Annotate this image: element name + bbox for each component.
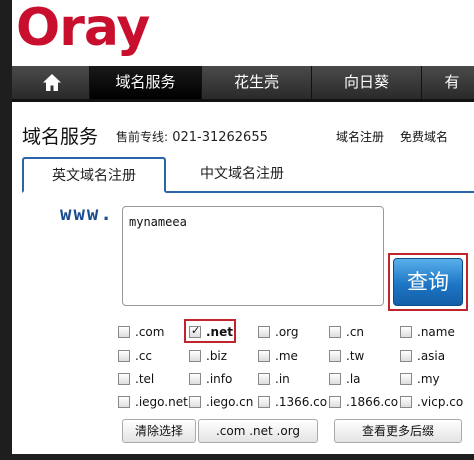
ext-cn[interactable]: .cn xyxy=(329,323,364,341)
ext-tw[interactable]: .tw xyxy=(329,347,364,365)
checkbox[interactable] xyxy=(400,396,412,408)
checkbox-checked[interactable] xyxy=(189,324,201,338)
checkbox[interactable] xyxy=(189,373,201,385)
ext-label: .in xyxy=(275,372,290,386)
ext-me[interactable]: .me xyxy=(258,347,298,365)
checkbox[interactable] xyxy=(258,373,270,385)
ext-label: .cn xyxy=(346,325,365,339)
sales-hotline: 售前专线: 021-31262655 xyxy=(116,128,268,145)
hotline-number: 021-31262655 xyxy=(172,130,268,145)
nav-item-sunflower[interactable]: 向日葵 xyxy=(312,66,422,99)
checkbox[interactable] xyxy=(258,326,270,338)
checkbox[interactable] xyxy=(118,326,130,338)
checkbox[interactable] xyxy=(189,396,201,408)
checkbox[interactable] xyxy=(329,326,341,338)
main-nav: 域名服务 花生壳 向日葵 有 xyxy=(12,66,474,102)
ext-label: .iego.net xyxy=(135,395,188,409)
checkbox[interactable] xyxy=(329,350,341,362)
hotline-label: 售前专线: xyxy=(116,130,169,144)
ext-my[interactable]: .my xyxy=(400,370,440,388)
ext-label: .me xyxy=(275,349,298,363)
clear-selection-button[interactable]: 清除选择 xyxy=(122,419,196,443)
ext-cc[interactable]: .cc xyxy=(118,347,152,365)
page-title: 域名服务 xyxy=(22,126,99,148)
link-domain-registration[interactable]: 域名注册 xyxy=(336,128,384,145)
ext-label: .org xyxy=(275,325,299,339)
ext-label: .my xyxy=(417,372,440,386)
ext-label: .tw xyxy=(346,349,365,363)
ext-label: .iego.cn xyxy=(206,395,254,409)
nav-item-domain-service[interactable]: 域名服务 xyxy=(90,66,202,99)
checkbox[interactable] xyxy=(118,373,130,385)
ext-1866-co[interactable]: .1866.co xyxy=(329,393,398,411)
ext-1366-co[interactable]: .1366.co xyxy=(258,393,327,411)
checkbox[interactable] xyxy=(118,350,130,362)
ext-label: .info xyxy=(206,372,233,386)
nav-item-peanut-shell[interactable]: 花生壳 xyxy=(202,66,312,99)
ext-name[interactable]: .name xyxy=(400,323,455,341)
home-icon xyxy=(43,74,61,91)
checkbox[interactable] xyxy=(329,373,341,385)
checkbox[interactable] xyxy=(400,350,412,362)
tab-english-domain[interactable]: 英文域名注册 xyxy=(22,157,166,193)
ext-la[interactable]: .la xyxy=(329,370,361,388)
more-extensions-button[interactable]: 查看更多后缀 xyxy=(334,419,462,443)
ext-label: .1866.co xyxy=(346,395,399,409)
checkbox[interactable] xyxy=(258,396,270,408)
ext-in[interactable]: .in xyxy=(258,370,290,388)
ext-label: .biz xyxy=(206,349,228,363)
checkbox[interactable] xyxy=(258,350,270,362)
ext-label: .net xyxy=(206,325,233,339)
checkbox[interactable] xyxy=(400,326,412,338)
ext-info[interactable]: .info xyxy=(189,370,232,388)
ext-label: .com xyxy=(135,325,165,339)
nav-item-more[interactable]: 有 xyxy=(422,66,474,99)
www-prefix: www. xyxy=(60,203,114,225)
page: Oray 域名服务 花生壳 向日葵 有 域名服务 售前专线: 021-31262… xyxy=(12,0,474,454)
ext-iego-cn[interactable]: .iego.cn xyxy=(189,393,253,411)
ext-asia[interactable]: .asia xyxy=(400,347,445,365)
ext-label: .la xyxy=(346,372,361,386)
ext-biz[interactable]: .biz xyxy=(189,347,227,365)
checkbox[interactable] xyxy=(400,373,412,385)
ext-label: .vicp.co xyxy=(417,395,464,409)
logo-text: Oray xyxy=(16,0,150,58)
preset-com-net-org-button[interactable]: .com .net .org xyxy=(198,419,318,443)
checkbox[interactable] xyxy=(329,396,341,408)
nav-home[interactable] xyxy=(12,66,90,99)
ext-com[interactable]: .com xyxy=(118,323,164,341)
ext-label: .asia xyxy=(417,349,446,363)
checkbox[interactable] xyxy=(118,396,130,408)
ext-tel[interactable]: .tel xyxy=(118,370,154,388)
ext-label: .1366.co xyxy=(275,395,328,409)
ext-net[interactable]: .net xyxy=(189,323,233,341)
ext-label: .tel xyxy=(135,372,155,386)
ext-label: .cc xyxy=(135,349,153,363)
ext-org[interactable]: .org xyxy=(258,323,299,341)
link-free-domain[interactable]: 免费域名 xyxy=(400,128,448,145)
domain-input[interactable]: mynameea xyxy=(122,206,384,306)
ext-vicp-co[interactable]: .vicp.co xyxy=(400,393,463,411)
ext-iego-net[interactable]: .iego.net xyxy=(118,393,188,411)
ext-label: .name xyxy=(417,325,455,339)
query-button[interactable]: 查询 xyxy=(393,258,463,306)
checkbox[interactable] xyxy=(189,350,201,362)
tab-chinese-domain[interactable]: 中文域名注册 xyxy=(192,157,292,193)
